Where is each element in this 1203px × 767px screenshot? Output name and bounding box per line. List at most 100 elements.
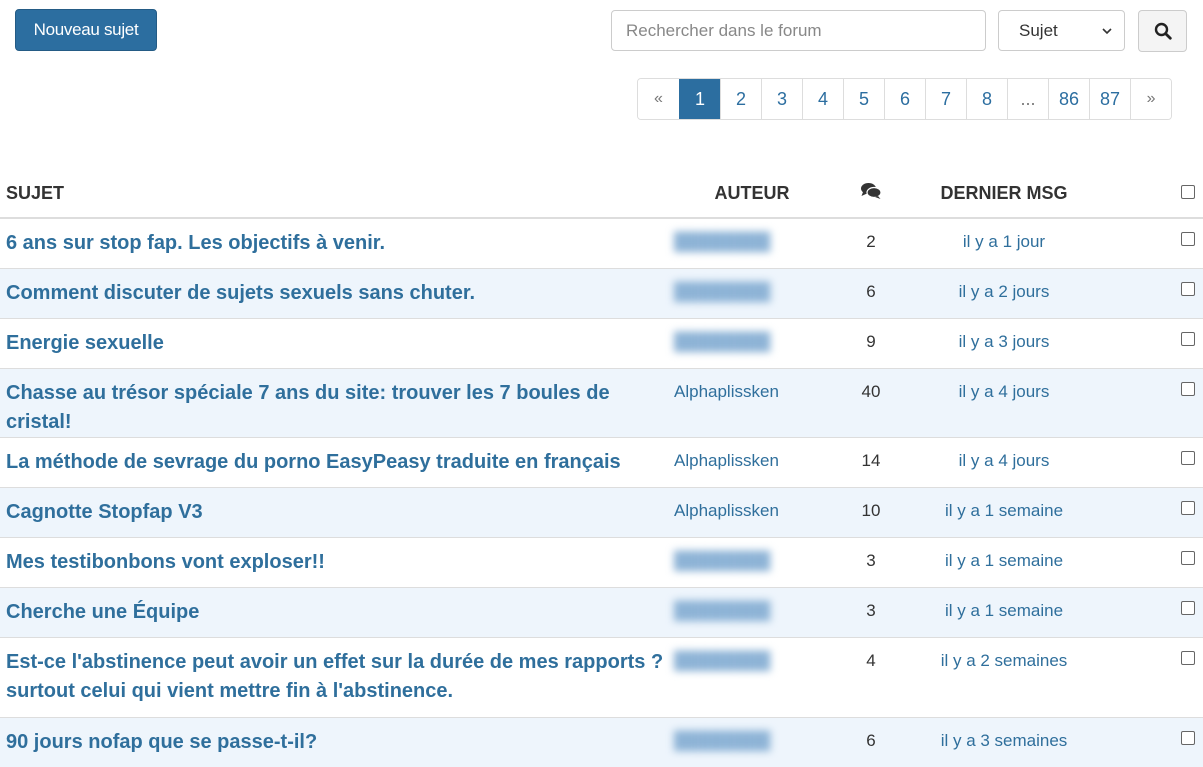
pagination-page[interactable]: 2 [720, 79, 761, 119]
search-button[interactable] [1138, 10, 1187, 52]
topic-author-cell: ████████ [668, 586, 836, 637]
topic-title-link[interactable]: 90 jours nofap que se passe-t-il? [6, 728, 668, 757]
topic-last-message-link[interactable]: il y a 1 jour [963, 232, 1045, 251]
header-subject[interactable]: SUJET [0, 170, 668, 219]
topic-author-link[interactable]: ████████ [668, 731, 770, 751]
pagination-page[interactable]: 87 [1089, 79, 1131, 119]
topic-reply-count: 4 [866, 650, 876, 670]
topic-last-message-link[interactable]: il y a 1 semaine [945, 551, 1063, 570]
topic-select-cell [1102, 586, 1203, 637]
header-last-message[interactable]: DERNIER MSG [906, 170, 1102, 219]
topic-title-link[interactable]: La méthode de sevrage du porno EasyPeasy… [6, 448, 668, 477]
topic-select-checkbox[interactable] [1181, 381, 1195, 396]
topic-last-message-cell: il y a 4 jours [906, 436, 1102, 487]
topic-select-checkbox[interactable] [1181, 450, 1195, 465]
topic-replies-cell: 6 [836, 716, 906, 767]
table-row: 90 jours nofap que se passe-t-il? ███████… [0, 716, 1203, 767]
topic-last-message-cell: il y a 2 semaines [906, 636, 1102, 717]
topic-title-link[interactable]: Energie sexuelle [6, 329, 668, 358]
new-topic-button[interactable]: Nouveau sujet [15, 9, 157, 51]
topic-author-link[interactable]: Alphaplissken [668, 382, 779, 402]
table-row: Mes testibonbons vont exploser!! ████████… [0, 536, 1203, 587]
pagination-page[interactable]: 86 [1048, 79, 1090, 119]
topic-select-checkbox[interactable] [1181, 232, 1195, 246]
header-select-all [1102, 170, 1203, 219]
topic-author-link[interactable]: ████████ [668, 232, 770, 252]
topic-title-link[interactable]: Est-ce l'abstinence peut avoir un effet … [6, 648, 668, 706]
topic-author-link[interactable]: ████████ [668, 601, 770, 621]
topic-last-message-link[interactable]: il y a 2 jours [959, 282, 1050, 301]
pagination-page[interactable]: 7 [925, 79, 966, 119]
table-row: Est-ce l'abstinence peut avoir un effet … [0, 636, 1203, 717]
topic-author-link[interactable]: Alphaplissken [668, 451, 779, 471]
search-scope-value: Sujet [1019, 20, 1058, 40]
topic-subject-cell: 90 jours nofap que se passe-t-il? [0, 716, 668, 767]
topic-select-checkbox[interactable] [1181, 600, 1195, 615]
topic-reply-count: 6 [866, 281, 876, 301]
pagination-page[interactable]: 5 [843, 79, 884, 119]
topic-select-checkbox[interactable] [1181, 500, 1195, 515]
topic-author-cell: Alphaplissken [668, 367, 836, 437]
topic-reply-count: 2 [866, 232, 876, 251]
pagination-ellipsis: ... [1007, 79, 1048, 119]
topic-title-link[interactable]: Chasse au trésor spéciale 7 ans du site:… [6, 379, 668, 437]
topic-reply-count: 14 [861, 450, 881, 470]
topic-title-link[interactable]: 6 ans sur stop fap. Les objectifs à veni… [6, 229, 668, 258]
topic-select-checkbox[interactable] [1181, 331, 1195, 346]
topic-last-message-link[interactable]: il y a 1 semaine [945, 601, 1063, 620]
topic-reply-count: 3 [866, 550, 876, 570]
topic-last-message-link[interactable]: il y a 3 jours [959, 332, 1050, 351]
table-row: Cherche une Équipe ████████ 3 il y a 1 sema… [0, 586, 1203, 637]
pagination-page[interactable]: 8 [966, 79, 1007, 119]
topic-select-cell [1102, 267, 1203, 318]
topic-subject-cell: Comment discuter de sujets sexuels sans … [0, 267, 668, 318]
topic-replies-cell: 10 [836, 486, 906, 537]
topic-last-message-link[interactable]: il y a 1 semaine [945, 501, 1063, 520]
topic-author-link[interactable]: ████████ [668, 282, 770, 302]
topic-select-checkbox[interactable] [1181, 281, 1195, 296]
topic-last-message-link[interactable]: il y a 2 semaines [941, 651, 1068, 670]
pagination-page[interactable]: 4 [802, 79, 843, 119]
pagination-page[interactable]: 1 [679, 79, 720, 119]
topic-reply-count: 3 [866, 600, 876, 620]
pagination: « 1 2 3 4 5 6 7 8 ... 86 87 » [637, 78, 1173, 120]
topic-title-link[interactable]: Cagnotte Stopfap V3 [6, 498, 668, 527]
search-input[interactable] [611, 10, 986, 51]
table-header-row: SUJET AUTEUR DERNIER MSG [0, 170, 1203, 219]
topic-select-checkbox[interactable] [1181, 550, 1195, 565]
topic-reply-count: 10 [861, 500, 881, 520]
topic-subject-cell: Cagnotte Stopfap V3 [0, 486, 668, 537]
table-row: Cagnotte Stopfap V3 Alphaplissken 10 il y a… [0, 486, 1203, 537]
topic-replies-cell: 40 [836, 367, 906, 437]
pagination-prev[interactable]: « [638, 79, 679, 119]
topic-last-message-cell: il y a 4 jours [906, 367, 1102, 437]
topic-title-link[interactable]: Mes testibonbons vont exploser!! [6, 548, 668, 577]
header-replies[interactable] [836, 170, 906, 219]
topic-select-checkbox[interactable] [1181, 650, 1195, 665]
pagination-page[interactable]: 6 [884, 79, 925, 119]
topic-author-cell: ████████ [668, 267, 836, 318]
topic-title-link[interactable]: Cherche une Équipe [6, 598, 668, 627]
pagination-page[interactable]: 3 [761, 79, 802, 119]
topic-last-message-link[interactable]: il y a 3 semaines [941, 731, 1068, 750]
topic-last-message-link[interactable]: il y a 4 jours [959, 451, 1050, 470]
topic-author-link[interactable]: ████████ [668, 651, 770, 671]
topic-title-link[interactable]: Comment discuter de sujets sexuels sans … [6, 279, 668, 308]
search-scope-select[interactable]: Sujet [998, 10, 1125, 51]
topic-last-message-link[interactable]: il y a 4 jours [959, 382, 1050, 401]
table-row: 6 ans sur stop fap. Les objectifs à veni… [0, 217, 1203, 268]
topic-last-message-cell: il y a 1 semaine [906, 586, 1102, 637]
header-author[interactable]: AUTEUR [668, 170, 836, 219]
topic-last-message-cell: il y a 1 jour [906, 217, 1102, 268]
topic-author-link[interactable]: ████████ [668, 332, 770, 352]
topic-author-cell: ████████ [668, 317, 836, 368]
pagination-next[interactable]: » [1130, 79, 1172, 119]
topic-replies-cell: 3 [836, 586, 906, 637]
topic-select-checkbox[interactable] [1181, 730, 1195, 745]
topic-author-cell: ████████ [668, 716, 836, 767]
topic-author-cell: Alphaplissken [668, 436, 836, 487]
topic-author-link[interactable]: Alphaplissken [668, 501, 779, 521]
topic-author-link[interactable]: ████████ [668, 551, 770, 571]
select-all-checkbox[interactable] [1181, 185, 1195, 199]
table-row: Energie sexuelle ████████ 9 il y a 3 jours [0, 317, 1203, 368]
